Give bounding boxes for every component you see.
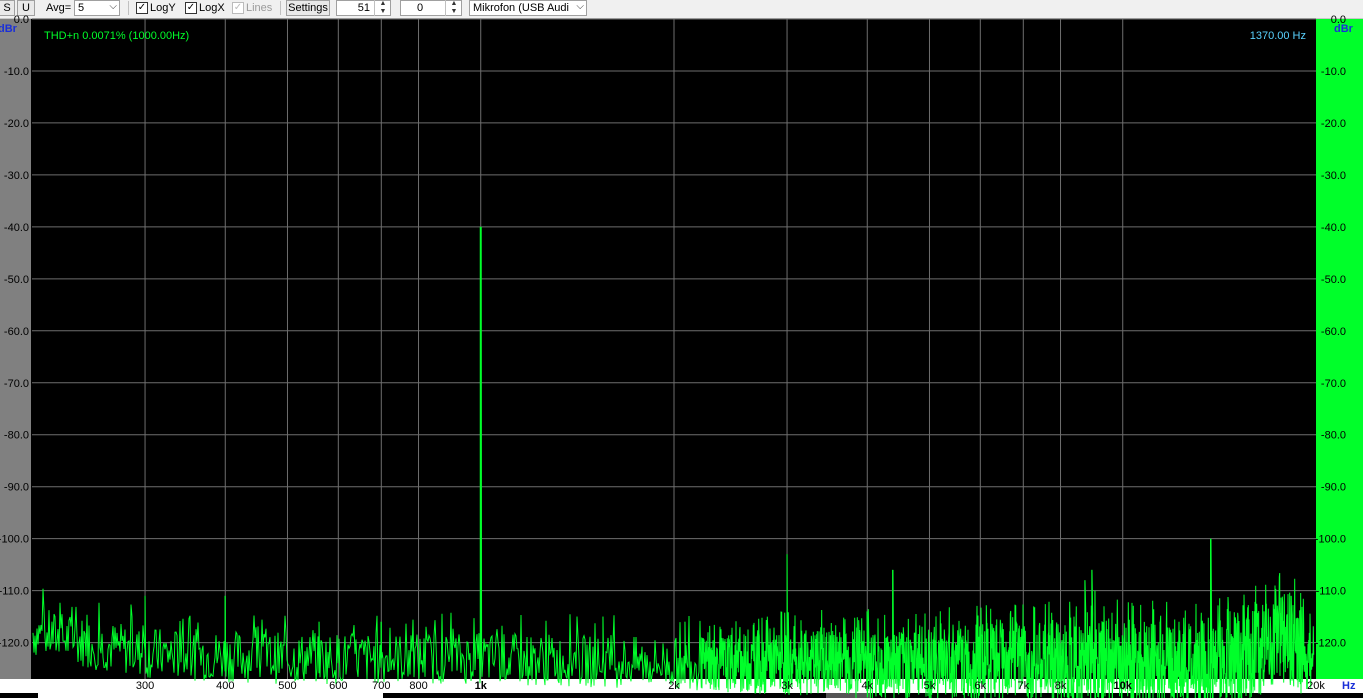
x-tick-label: 4k — [861, 680, 873, 692]
x-tick-label: 1k — [475, 680, 488, 692]
y-tick-label-left: -100.0 — [0, 534, 29, 546]
x-tick-label: 20k — [1307, 680, 1325, 692]
y-tick-label-right: -110.0 — [1316, 586, 1346, 598]
y-tick-label-right: -20.0 — [1321, 118, 1346, 130]
y-tick-label-right: -60.0 — [1321, 326, 1346, 338]
y-tick-label-left: -30.0 — [4, 170, 29, 182]
x-axis-unit: Hz — [1342, 680, 1356, 692]
cursor-frequency-readout: 1370.00 Hz — [1250, 30, 1306, 42]
thd-annotation: THD+n 0.0071% (1000.00Hz) — [44, 30, 189, 42]
x-tick-label: 800 — [409, 680, 427, 692]
x-tick-label: 6k — [974, 680, 986, 692]
y-tick-label-right: -50.0 — [1321, 274, 1346, 286]
y-tick-label-right: -90.0 — [1321, 482, 1346, 494]
y-tick-label-left: -50.0 — [4, 274, 29, 286]
y-axis-right: 0.0-10.0-20.0-30.0-40.0-50.0-60.0-70.0-8… — [1315, 14, 1346, 650]
y-tick-label-right: -40.0 — [1321, 222, 1346, 234]
y-tick-label-left: -60.0 — [4, 326, 29, 338]
y-tick-label-left: -10.0 — [4, 66, 29, 78]
y-tick-label-left: -120.0 — [0, 638, 29, 650]
x-tick-label: 2k — [668, 680, 680, 692]
y-tick-label-left: -70.0 — [4, 378, 29, 390]
y-tick-label-right: -30.0 — [1321, 170, 1346, 182]
y-tick-label-right: -80.0 — [1321, 430, 1346, 442]
x-tick-label: 400 — [216, 680, 234, 692]
y-axis-left-unit: dBr — [0, 23, 18, 35]
y-tick-label-left: -40.0 — [4, 222, 29, 234]
y-tick-label-left: -90.0 — [4, 482, 29, 494]
x-tick-label: 5k — [924, 680, 936, 692]
y-axis-left: 0.0-10.0-20.0-30.0-40.0-50.0-60.0-70.0-8… — [0, 14, 29, 650]
x-tick-label: 500 — [278, 680, 296, 692]
y-tick-label-right: -100.0 — [1315, 534, 1346, 546]
x-tick-label: 3k — [781, 680, 793, 692]
y-tick-label-left: -110.0 — [0, 586, 29, 598]
y-tick-label-right: -70.0 — [1321, 378, 1346, 390]
x-tick-label: 700 — [372, 680, 390, 692]
x-tick-label: 8k — [1055, 680, 1067, 692]
y-tick-label-left: -20.0 — [4, 118, 29, 130]
y-tick-label-right: -120.0 — [1315, 638, 1346, 650]
x-tick-label: 300 — [136, 680, 154, 692]
spectrum-chart: 0.0-10.0-20.0-30.0-40.0-50.0-60.0-70.0-8… — [0, 14, 1356, 698]
x-tick-label: 600 — [329, 680, 347, 692]
y-tick-label-left: -80.0 — [4, 430, 29, 442]
chart-grid — [32, 18, 1316, 679]
y-axis-right-unit: dBr — [1334, 23, 1354, 35]
x-tick-label: 10k — [1114, 680, 1133, 692]
x-tick-label: 7k — [1017, 680, 1029, 692]
y-tick-label-right: -10.0 — [1321, 66, 1346, 78]
